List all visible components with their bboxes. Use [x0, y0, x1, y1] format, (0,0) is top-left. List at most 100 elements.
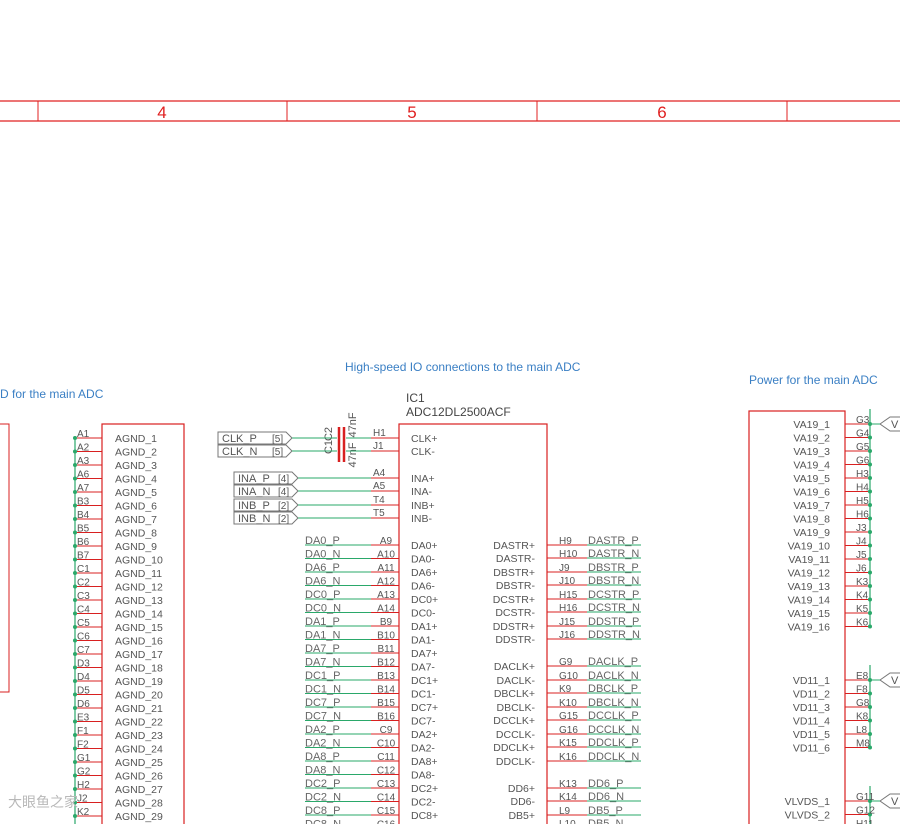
ic-left-pin-name: DA0- — [411, 554, 435, 566]
agnd-pin-number: H2 — [77, 780, 90, 791]
va19-pin-number: H3 — [856, 469, 869, 480]
agnd-pin-name: AGND_25 — [115, 757, 163, 769]
va19-pin-name: VA19_15 — [788, 608, 831, 620]
agnd-pin-name: AGND_5 — [115, 487, 157, 499]
ic-left-net-label: DA2_P — [305, 724, 340, 736]
agnd-pin-number: A3 — [77, 456, 90, 467]
ic-right-pin-name: DD6+ — [508, 783, 535, 795]
va19-pin-number: J4 — [856, 537, 867, 548]
vd11-pin-number: F8 — [856, 685, 868, 696]
va19-pin-number: K6 — [856, 618, 869, 629]
vd11-pin-name: VD11_5 — [793, 729, 830, 741]
ic-left-pin-number: A12 — [377, 577, 395, 588]
ic-left-pin-number: C12 — [377, 766, 396, 777]
ic-right-net-label: DASTR_P — [588, 535, 639, 547]
ic-left-net-label: DC2_N — [305, 792, 341, 804]
agnd-pin-name: AGND_2 — [115, 447, 157, 459]
port-label-num: [5] — [272, 447, 283, 458]
va19-pin-number: J3 — [856, 523, 867, 534]
ic-right-net-label: DB5_P — [588, 805, 623, 817]
va19-pin-name: VA19_2 — [793, 433, 830, 445]
ic-left-pin-number: C16 — [377, 820, 396, 824]
cap-ref-c1: C1 — [323, 440, 335, 454]
va19-pin-number: K4 — [856, 591, 869, 602]
ic-left-net-label: DC7_N — [305, 711, 341, 723]
vd11-pin-name: VD11_6 — [793, 743, 830, 755]
vd11-junction-dot — [868, 732, 872, 736]
ic1-part-number: ADC12DL2500ACF — [406, 405, 511, 419]
vd11-pin-name: VD11_4 — [793, 716, 830, 728]
agnd-pin-number: J2 — [77, 794, 88, 805]
va19-pin-name: VA19_6 — [793, 487, 830, 499]
ic-left-pin-name: DC0- — [411, 608, 436, 620]
agnd-pin-number: D5 — [77, 686, 90, 697]
port-label-num: [4] — [278, 474, 289, 485]
ic-left-pin-number: A11 — [377, 563, 394, 574]
va19-junction-dot — [868, 543, 872, 548]
cap-value-1: 47nF — [347, 442, 359, 467]
agnd-pin-number: B6 — [77, 537, 90, 548]
va19-pin-name: VA19_4 — [793, 460, 830, 472]
ic-left-pin-name: DA0+ — [411, 540, 438, 552]
ic-left-pin-name: DC1- — [411, 689, 436, 701]
ic1-ref: IC1 — [406, 391, 425, 405]
vlvds-pin-name: VLVDS_1 — [785, 796, 830, 808]
ic-right-net-label: DDCLK_N — [588, 751, 639, 763]
frame-column-6: 6 — [657, 103, 666, 122]
ic-left-net-label: DA6_P — [305, 562, 340, 574]
va19-junction-dot — [868, 570, 872, 575]
agnd-pin-number: C3 — [77, 591, 90, 602]
ic-left-net-label: DA1_N — [305, 630, 341, 642]
vd11-junction-dot — [868, 691, 872, 696]
va19-pin-name: VA19_14 — [788, 595, 831, 607]
ic-right-net-label: DCSTR_N — [588, 602, 640, 614]
ic-left-pin-name: DA8+ — [411, 756, 438, 768]
agnd-pin-name: AGND_9 — [115, 541, 157, 553]
ic-right-pin-number: J10 — [559, 576, 576, 587]
ic-left-net-label: DC0_P — [305, 589, 340, 601]
va19-pin-number: H5 — [856, 496, 869, 507]
ic-right-net-label: DBCLK_N — [588, 697, 639, 709]
agnd-pin-number: A1 — [77, 429, 90, 440]
agnd-pin-name: AGND_11 — [115, 568, 162, 580]
ic-right-net-label: DBSTR_P — [588, 562, 639, 574]
ic-right-pin-name: DDSTR+ — [493, 621, 535, 633]
ic-left-pin-number: B12 — [377, 658, 395, 669]
ic-right-pin-number: K9 — [559, 684, 572, 695]
left-partial-symbol — [0, 423, 10, 693]
agnd-pin-number: C4 — [77, 605, 90, 616]
agnd-pin-name: AGND_17 — [115, 649, 163, 661]
ic-right-net-label: DBSTR_N — [588, 575, 639, 587]
agnd-pin-name: AGND_28 — [115, 798, 163, 810]
power-rail-label: V — [891, 675, 899, 687]
ic-right-pin-number: G10 — [559, 671, 578, 682]
ic-left-pin-name: DC0+ — [411, 594, 438, 606]
ic-left-pin-name: DA6+ — [411, 567, 438, 579]
ic-right-net-label: DDSTR_N — [588, 629, 640, 641]
agnd-pin-name: AGND_23 — [115, 730, 163, 742]
port-label-name: INA_P — [238, 473, 270, 485]
ic-right-pin-number: L10 — [559, 819, 576, 824]
va19-pin-number: K5 — [856, 604, 869, 615]
ic-top-pin-number: T5 — [373, 508, 385, 519]
ic-left-pin-number: B15 — [377, 698, 395, 709]
agnd-pin-name: AGND_16 — [115, 636, 163, 648]
ic-right-pin-number: G15 — [559, 711, 578, 722]
ic-left-pin-name: DA7- — [411, 662, 435, 674]
ic-left-pin-number: C14 — [377, 793, 396, 804]
agnd-pin-name: AGND_27 — [115, 784, 163, 796]
power-rail-label: V — [891, 419, 899, 431]
ic-right-pin-name: DBCLK+ — [494, 688, 535, 700]
ic-right-pin-number: H15 — [559, 590, 578, 601]
ic-left-pin-number: C11 — [377, 752, 395, 763]
ic-right-pin-name: DB5+ — [508, 810, 535, 822]
power-rail-label: V — [891, 796, 899, 808]
ic-left-pin-name: DA7+ — [411, 648, 438, 660]
ic-left-pin-number: B9 — [380, 617, 393, 628]
port-label-num: [5] — [272, 434, 283, 445]
va19-pin-name: VA19_5 — [793, 473, 830, 485]
ic-left-pin-number: A9 — [380, 536, 393, 547]
agnd-pin-name: AGND_21 — [115, 703, 163, 715]
port-label-num: [2] — [278, 501, 289, 512]
vd11-pin-number: G8 — [856, 698, 870, 709]
